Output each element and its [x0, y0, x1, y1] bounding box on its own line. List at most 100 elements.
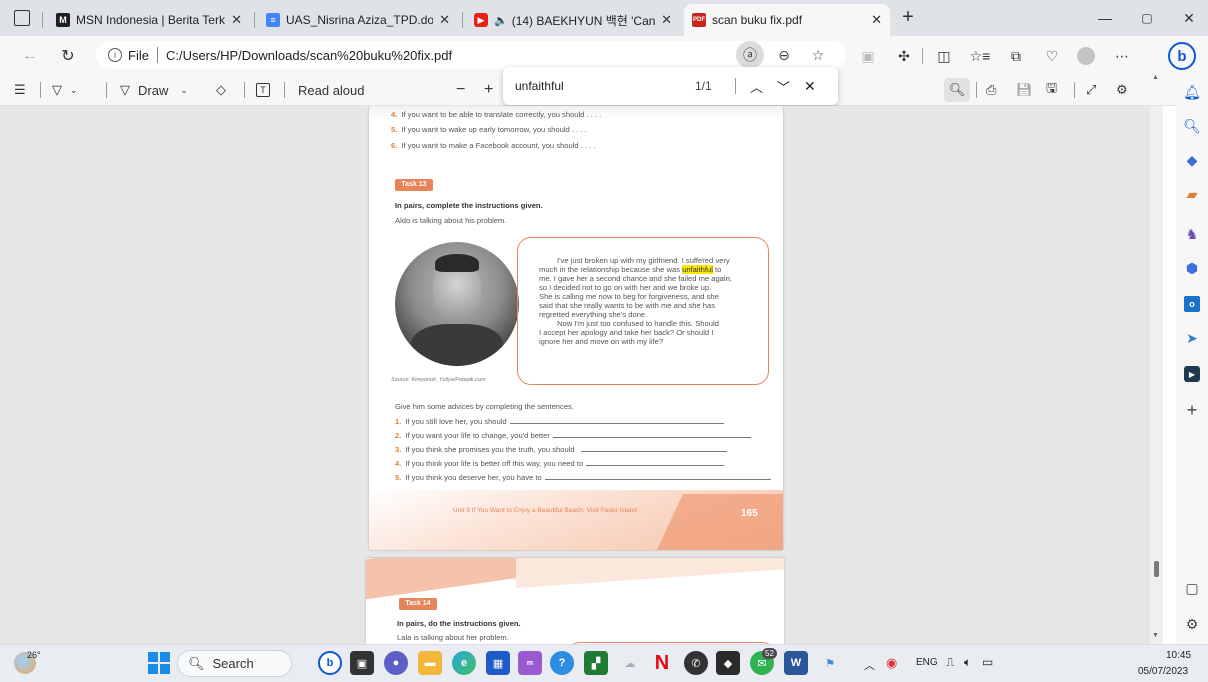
read-aloud-address-icon[interactable]: ⓐ	[736, 41, 764, 69]
advice-intro: Give him some advices by completing the …	[395, 402, 574, 411]
collections-icon[interactable]: ⧉	[1004, 44, 1028, 68]
clock-time[interactable]: 10:45	[1166, 650, 1191, 661]
start-windows-icon[interactable]	[148, 652, 170, 674]
file-explorer-icon[interactable]: ▬	[418, 651, 442, 675]
scroll-up-arrow-icon[interactable]: ▲	[1152, 74, 1159, 81]
fullscreen-icon[interactable]: ⤢	[1086, 78, 1096, 102]
clock-date[interactable]: 05/07/2023	[1138, 666, 1188, 677]
netflix-icon[interactable]: N	[650, 651, 674, 675]
minimize-button[interactable]: —	[1090, 8, 1120, 28]
tab-close-icon[interactable]: ✕	[871, 12, 882, 28]
shopping-tag-icon[interactable]: ◆	[1180, 148, 1204, 172]
tab-close-icon[interactable]: ✕	[661, 12, 672, 28]
tab-docs[interactable]: ≡ UAS_Nisrina Aziza_TPD.docx - Go ✕	[258, 4, 458, 36]
new-tab-button[interactable]: +	[896, 6, 920, 30]
task-view-icon[interactable]: ▣	[350, 651, 374, 675]
toolbar-divider	[284, 82, 285, 98]
split-screen-icon[interactable]: ▣	[856, 44, 880, 68]
restore-button[interactable]: ▢	[1132, 8, 1162, 28]
profile-avatar-icon[interactable]	[1074, 44, 1098, 68]
save-as-icon[interactable]: 🖫	[1046, 78, 1057, 102]
info-icon[interactable]: i	[108, 48, 122, 62]
find-previous-icon[interactable]: ︿	[750, 77, 763, 96]
notepad-icon[interactable]: ▞	[584, 651, 608, 675]
favorite-star-icon[interactable]: ☆	[806, 43, 830, 67]
notifications-bell-icon[interactable]: 🔔︎	[1180, 80, 1204, 104]
network-icon[interactable]: ⎍	[946, 655, 954, 670]
search-icon[interactable]: 🔍︎	[1180, 114, 1204, 138]
games-icon[interactable]: ♞	[1180, 222, 1204, 246]
more-menu-icon[interactable]: ⋯	[1110, 44, 1134, 68]
battery-icon[interactable]: ▭	[982, 655, 993, 669]
story-line: I accept her apology and take her back? …	[539, 328, 714, 337]
zoom-in-button[interactable]: +	[484, 78, 493, 102]
whatsapp-icon[interactable]: ✆	[684, 651, 708, 675]
volume-icon[interactable]: 🔈︎	[964, 655, 971, 670]
performance-icon[interactable]: ♡	[1040, 44, 1064, 68]
tab-actions-icon[interactable]	[14, 10, 30, 26]
close-window-button[interactable]: ✕	[1174, 8, 1204, 28]
task-badge: Task 14	[399, 598, 437, 610]
settings-gear-icon[interactable]: ⚙	[1116, 78, 1128, 102]
language-indicator[interactable]: ENG	[916, 657, 938, 668]
find-next-icon[interactable]: ﹀	[777, 77, 790, 96]
game-app-icon[interactable]: ◆	[716, 651, 740, 675]
tray-app-icon[interactable]: ◉	[886, 655, 897, 671]
favorites-icon[interactable]: ☆≡	[968, 44, 992, 68]
read-aloud-button[interactable]: Read aloud	[298, 78, 365, 102]
edge-browser-icon[interactable]: e	[452, 651, 476, 675]
mendeley-icon[interactable]: m	[518, 651, 542, 675]
sidebar-settings-icon[interactable]: ⚙	[1180, 612, 1204, 636]
chevron-down-icon[interactable]: ⌄	[180, 85, 188, 96]
address-bar[interactable]: i File C:/Users/HP/Downloads/scan%20buku…	[96, 41, 846, 69]
url-text[interactable]: C:/Users/HP/Downloads/scan%20buku%20fix.…	[166, 48, 452, 63]
add-sidebar-app-icon[interactable]: +	[1180, 398, 1204, 422]
copilot-icon[interactable]: b	[1168, 42, 1196, 70]
microsoft-store-icon[interactable]: ▦	[486, 651, 510, 675]
draw-label: Draw	[138, 82, 169, 98]
teams-chat-icon[interactable]: ●	[384, 651, 408, 675]
find-close-icon[interactable]: ✕	[804, 78, 816, 95]
send-icon[interactable]: ➤	[1180, 326, 1204, 350]
taskbar-search[interactable]: 🔍︎ Search	[177, 650, 292, 677]
media-player-icon[interactable]: ▶	[1180, 362, 1204, 386]
cloud-app-icon[interactable]: ☁	[618, 651, 642, 675]
vertical-scrollbar[interactable]: ▲ ▼	[1150, 74, 1163, 644]
pdf-viewport[interactable]: 4. If you want to be able to translate co…	[0, 106, 1163, 644]
sidebar-toggle-icon[interactable]: ▢	[1180, 576, 1204, 600]
tab-youtube[interactable]: ▶ 🔈 (14) BAEKHYUN 백현 'Candy ✕	[466, 4, 680, 36]
table-of-contents-icon[interactable]: ☰	[14, 78, 26, 102]
print-icon[interactable]: ⎙	[986, 78, 996, 102]
refresh-icon[interactable]: ↻	[56, 44, 80, 68]
back-arrow-icon[interactable]: ←	[18, 44, 42, 68]
tab-pdf-active[interactable]: PDF scan buku fix.pdf ✕	[684, 4, 890, 36]
text-box-icon[interactable]: T	[256, 78, 270, 102]
microsoft-365-icon[interactable]: ⬢	[1180, 256, 1204, 280]
scroll-thumb[interactable]	[1154, 561, 1159, 577]
tab-close-icon[interactable]: ✕	[231, 12, 242, 28]
tab-msn[interactable]: M MSN Indonesia | Berita Terkini Ha ✕	[48, 4, 250, 36]
highlight-icon[interactable]: ▽ ⌄	[52, 78, 78, 102]
app-bird-icon[interactable]: ⚑	[818, 651, 842, 675]
tray-chevron-up-icon[interactable]: ︿	[864, 657, 875, 673]
search-pdf-icon[interactable]: 🔍︎	[944, 78, 970, 102]
extensions-icon[interactable]: ✣	[892, 44, 916, 68]
split-view-icon[interactable]: ◫	[932, 44, 956, 68]
audio-playing-icon[interactable]: 🔈	[494, 14, 508, 27]
zoom-out-button[interactable]: −	[456, 78, 465, 102]
copilot-taskbar-icon[interactable]: b	[318, 651, 342, 675]
tab-close-icon[interactable]: ✕	[439, 12, 450, 28]
draw-button[interactable]: ▽ Draw ⌄	[120, 78, 188, 102]
scroll-down-arrow-icon[interactable]: ▼	[1152, 632, 1159, 639]
zoom-icon[interactable]: ⊖	[772, 43, 796, 67]
docs-favicon-icon: ≡	[266, 13, 280, 27]
tools-briefcase-icon[interactable]: ▰	[1180, 182, 1204, 206]
save-icon[interactable]: 💾︎	[1016, 78, 1033, 102]
find-input[interactable]: unfaithful	[515, 79, 695, 93]
find-count: 1/1	[695, 79, 712, 93]
outlook-icon[interactable]: o	[1180, 292, 1204, 316]
man-photo	[395, 242, 519, 366]
word-icon[interactable]: W	[784, 651, 808, 675]
app-circle-icon[interactable]: ?	[550, 651, 574, 675]
eraser-icon[interactable]: ◇	[216, 78, 226, 102]
